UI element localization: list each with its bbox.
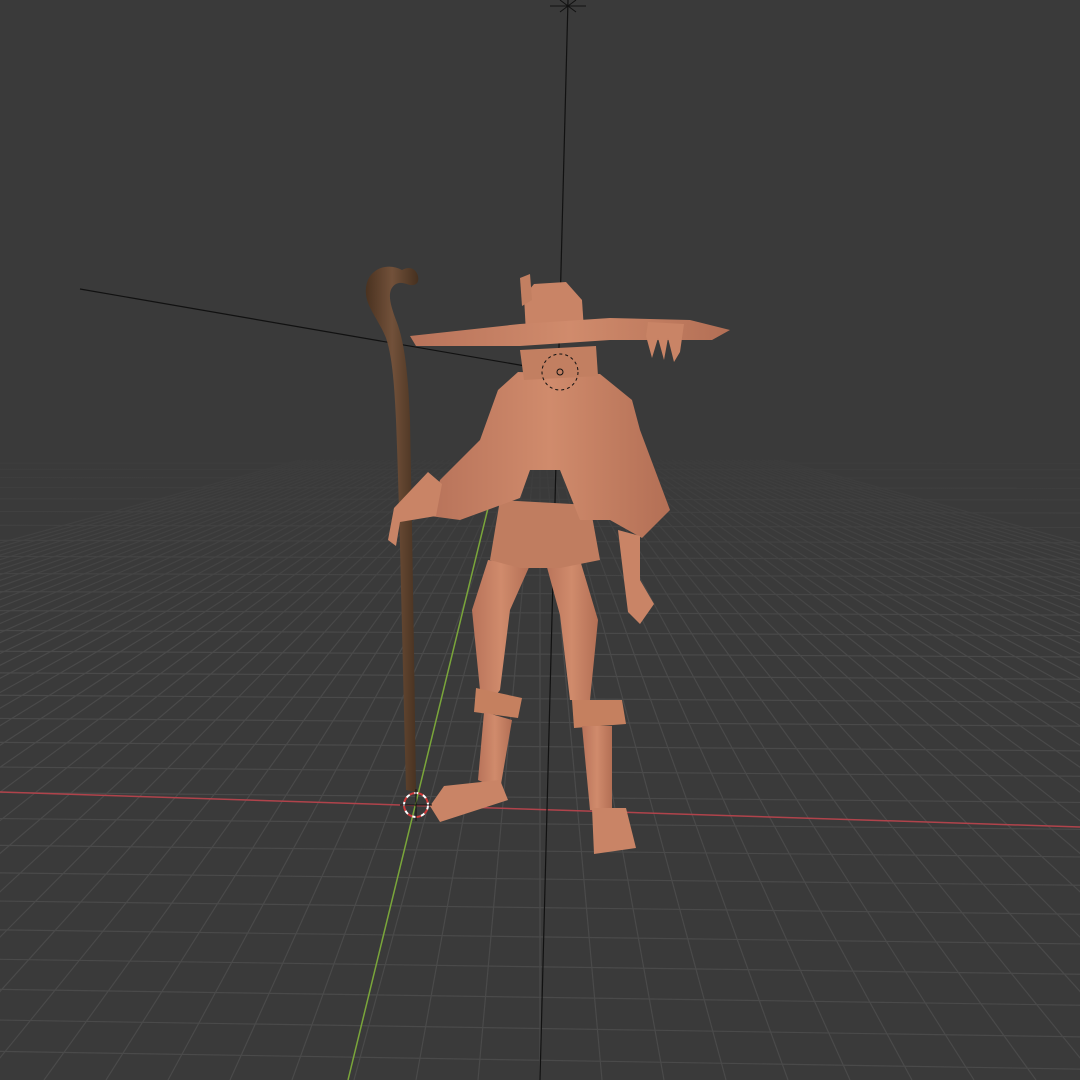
3d-viewport[interactable] bbox=[0, 0, 1080, 1080]
viewport-canvas[interactable] bbox=[0, 0, 1080, 1080]
right-cuff bbox=[572, 700, 626, 728]
